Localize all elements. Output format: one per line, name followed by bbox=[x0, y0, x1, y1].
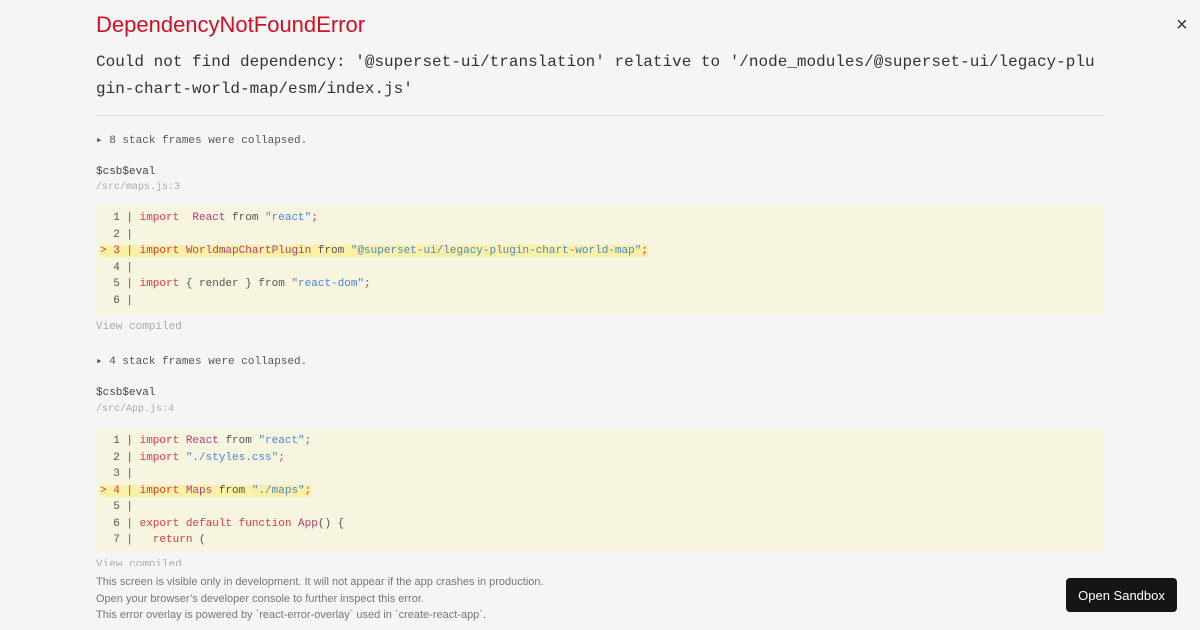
code-token: from bbox=[225, 212, 266, 224]
code-line: 4 | bbox=[96, 260, 1104, 277]
code-line: 1 | import React from "react"; bbox=[96, 433, 1104, 450]
code-token: import bbox=[139, 484, 180, 497]
code-line: 6 | export default function App() { bbox=[96, 516, 1104, 533]
code-token: export default function bbox=[139, 517, 292, 530]
code-token: Maps bbox=[185, 484, 213, 497]
code-line: 1 | import React from "react"; bbox=[96, 210, 1104, 227]
code-token: import bbox=[139, 245, 180, 257]
code-token: "react" bbox=[265, 212, 312, 224]
code-line: 3 | bbox=[96, 466, 1104, 483]
line-number: 2 | bbox=[100, 228, 140, 241]
line-number: > 4 | bbox=[100, 484, 140, 497]
code-token: import bbox=[139, 435, 180, 447]
code-token: ; bbox=[311, 212, 318, 224]
line-number: 3 | bbox=[100, 468, 140, 480]
error-message: Could not find dependency: '@superset-ui… bbox=[96, 53, 1095, 98]
line-number: 1 | bbox=[100, 212, 140, 224]
code-line: 2 | bbox=[96, 227, 1104, 244]
code-token: React bbox=[185, 435, 219, 447]
divider bbox=[96, 115, 1104, 116]
code-token: "react" bbox=[258, 435, 305, 447]
line-number: 4 | bbox=[100, 261, 140, 274]
code-token: WorldmapChartPlugin bbox=[185, 245, 312, 257]
code-line: 7 | return ( bbox=[96, 532, 1104, 549]
line-number: 6 | bbox=[100, 294, 140, 307]
footer: This screen is visible only in developme… bbox=[0, 566, 1200, 630]
code-line: 6 | bbox=[96, 293, 1104, 310]
code-token: ; bbox=[304, 484, 312, 497]
code-line: 5 | bbox=[96, 499, 1104, 516]
code-token: "./styles.css" bbox=[185, 451, 279, 464]
code-token: "@superset-ui/legacy-plugin-chart-world-… bbox=[350, 245, 642, 257]
code-token: import bbox=[139, 451, 180, 464]
code-token: import bbox=[139, 212, 180, 224]
code-token: ; bbox=[304, 435, 312, 447]
code-token: from bbox=[311, 245, 351, 257]
frame-file: /src/maps.js:3 bbox=[96, 182, 181, 193]
code-token: App bbox=[298, 517, 318, 530]
collapsed-frames-toggle[interactable]: ▸ 4 stack frames were collapsed. bbox=[96, 354, 307, 368]
code-token: () { bbox=[317, 517, 345, 530]
code-token: ; bbox=[278, 451, 285, 464]
code-token: ( bbox=[192, 534, 206, 546]
code-token: { render } from bbox=[179, 278, 292, 290]
footer-line: This screen is visible only in developme… bbox=[96, 576, 544, 588]
error-title: DependencyNotFoundError bbox=[96, 12, 366, 37]
footer-line: This error overlay is powered by `react-… bbox=[96, 609, 487, 621]
open-sandbox-button[interactable]: Open Sandbox bbox=[1066, 578, 1177, 612]
close-icon[interactable]: × bbox=[1176, 14, 1188, 37]
code-frame: 1 | import React from "react"; 2 | > 3 |… bbox=[96, 205, 1104, 315]
code-token: from bbox=[212, 484, 252, 497]
frame-file: /src/App.js:4 bbox=[96, 404, 175, 415]
code-token: from bbox=[218, 435, 259, 447]
line-number: 2 | bbox=[100, 451, 140, 464]
code-token: "./maps" bbox=[251, 484, 305, 497]
frame-function: $csb$eval bbox=[96, 387, 156, 399]
line-number: > 3 | bbox=[100, 245, 140, 257]
line-number: 6 | bbox=[100, 517, 140, 530]
code-line: 5 | import { render } from "react-dom"; bbox=[96, 276, 1104, 293]
line-number: 5 | bbox=[100, 278, 140, 290]
code-line-highlighted: > 4 | import Maps from "./maps"; bbox=[96, 483, 1104, 500]
code-token: import bbox=[139, 278, 180, 290]
code-token: ; bbox=[364, 278, 371, 290]
line-number: 1 | bbox=[100, 435, 140, 447]
view-compiled-link[interactable]: View compiled bbox=[96, 321, 182, 333]
code-token: "react-dom" bbox=[291, 278, 365, 290]
collapsed-frames-toggle[interactable]: ▸ 8 stack frames were collapsed. bbox=[96, 133, 307, 147]
code-token: ; bbox=[641, 245, 648, 257]
footer-line: Open your browser’s developer console to… bbox=[96, 592, 424, 605]
code-frame: 1 | import React from "react"; 2 | impor… bbox=[96, 428, 1104, 552]
code-line: 2 | import "./styles.css"; bbox=[96, 450, 1104, 467]
line-number: 5 | bbox=[100, 501, 140, 513]
line-number: 7 | bbox=[100, 534, 140, 546]
frame-function: $csb$eval bbox=[96, 166, 156, 178]
code-token: return bbox=[152, 534, 193, 546]
code-line-highlighted: > 3 | import WorldmapChartPlugin from "@… bbox=[96, 243, 1104, 260]
code-token: React bbox=[192, 212, 226, 224]
